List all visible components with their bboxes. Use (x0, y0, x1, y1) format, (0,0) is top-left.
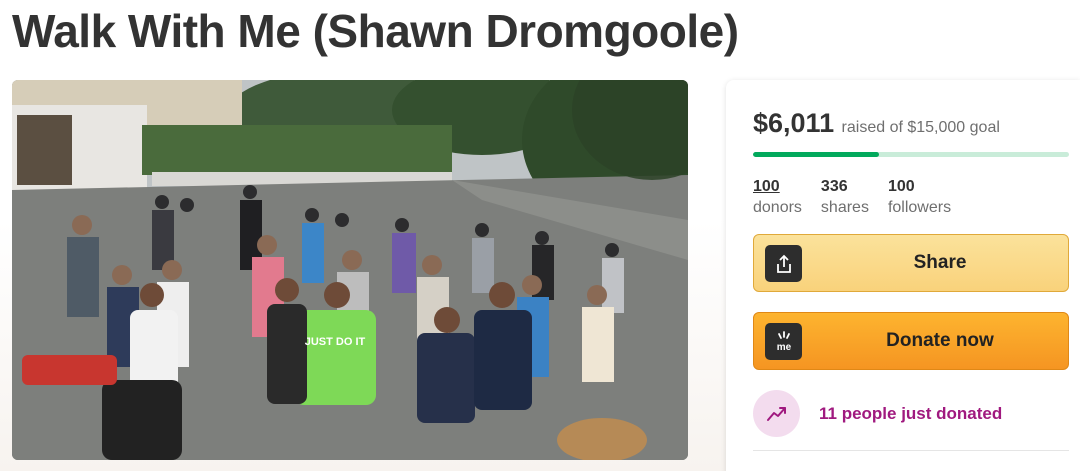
stat-shares: 336 shares (821, 176, 869, 218)
amount-raised: $6,011 (753, 108, 835, 138)
share-button-label: Share (913, 252, 967, 273)
stat-followers-label: followers (887, 199, 952, 216)
stat-followers: 100 followers (888, 176, 951, 218)
divider (753, 450, 1069, 451)
donation-card: $6,011 raised of $15,000 goal 100 donors… (726, 80, 1080, 471)
page-title: Walk With Me (Shawn Dromgoole) (12, 5, 739, 57)
stat-donors-label: donors (753, 199, 802, 216)
stat-shares-label: shares (820, 199, 869, 216)
stat-donors-value[interactable]: 100 (753, 176, 802, 197)
donate-icon-text: me (776, 342, 791, 353)
gofundme-logo-icon: me (765, 323, 802, 360)
share-button[interactable]: Share (753, 234, 1069, 292)
photo-shirt-text: JUST DO IT (305, 336, 366, 348)
campaign-photo: JUST DO IT (12, 80, 688, 460)
stat-donors[interactable]: 100 donors (753, 176, 802, 218)
progress-bar (753, 152, 1069, 157)
stat-shares-value: 336 (820, 178, 848, 195)
amount-row: $6,011 raised of $15,000 goal (753, 108, 1000, 139)
goal-text: raised of $15,000 goal (841, 119, 1000, 136)
share-icon (765, 245, 802, 282)
donate-now-button[interactable]: me Donate now (753, 312, 1069, 370)
recent-donations-text: 11 people just donated (819, 403, 1003, 423)
stats-row: 100 donors 336 shares 100 followers (753, 176, 970, 218)
trending-up-icon (753, 390, 800, 437)
donate-button-label: Donate now (886, 330, 994, 351)
recent-donations[interactable]: 11 people just donated (753, 390, 1002, 437)
progress-bar-fill (753, 152, 880, 157)
stat-followers-value: 100 (887, 178, 915, 195)
